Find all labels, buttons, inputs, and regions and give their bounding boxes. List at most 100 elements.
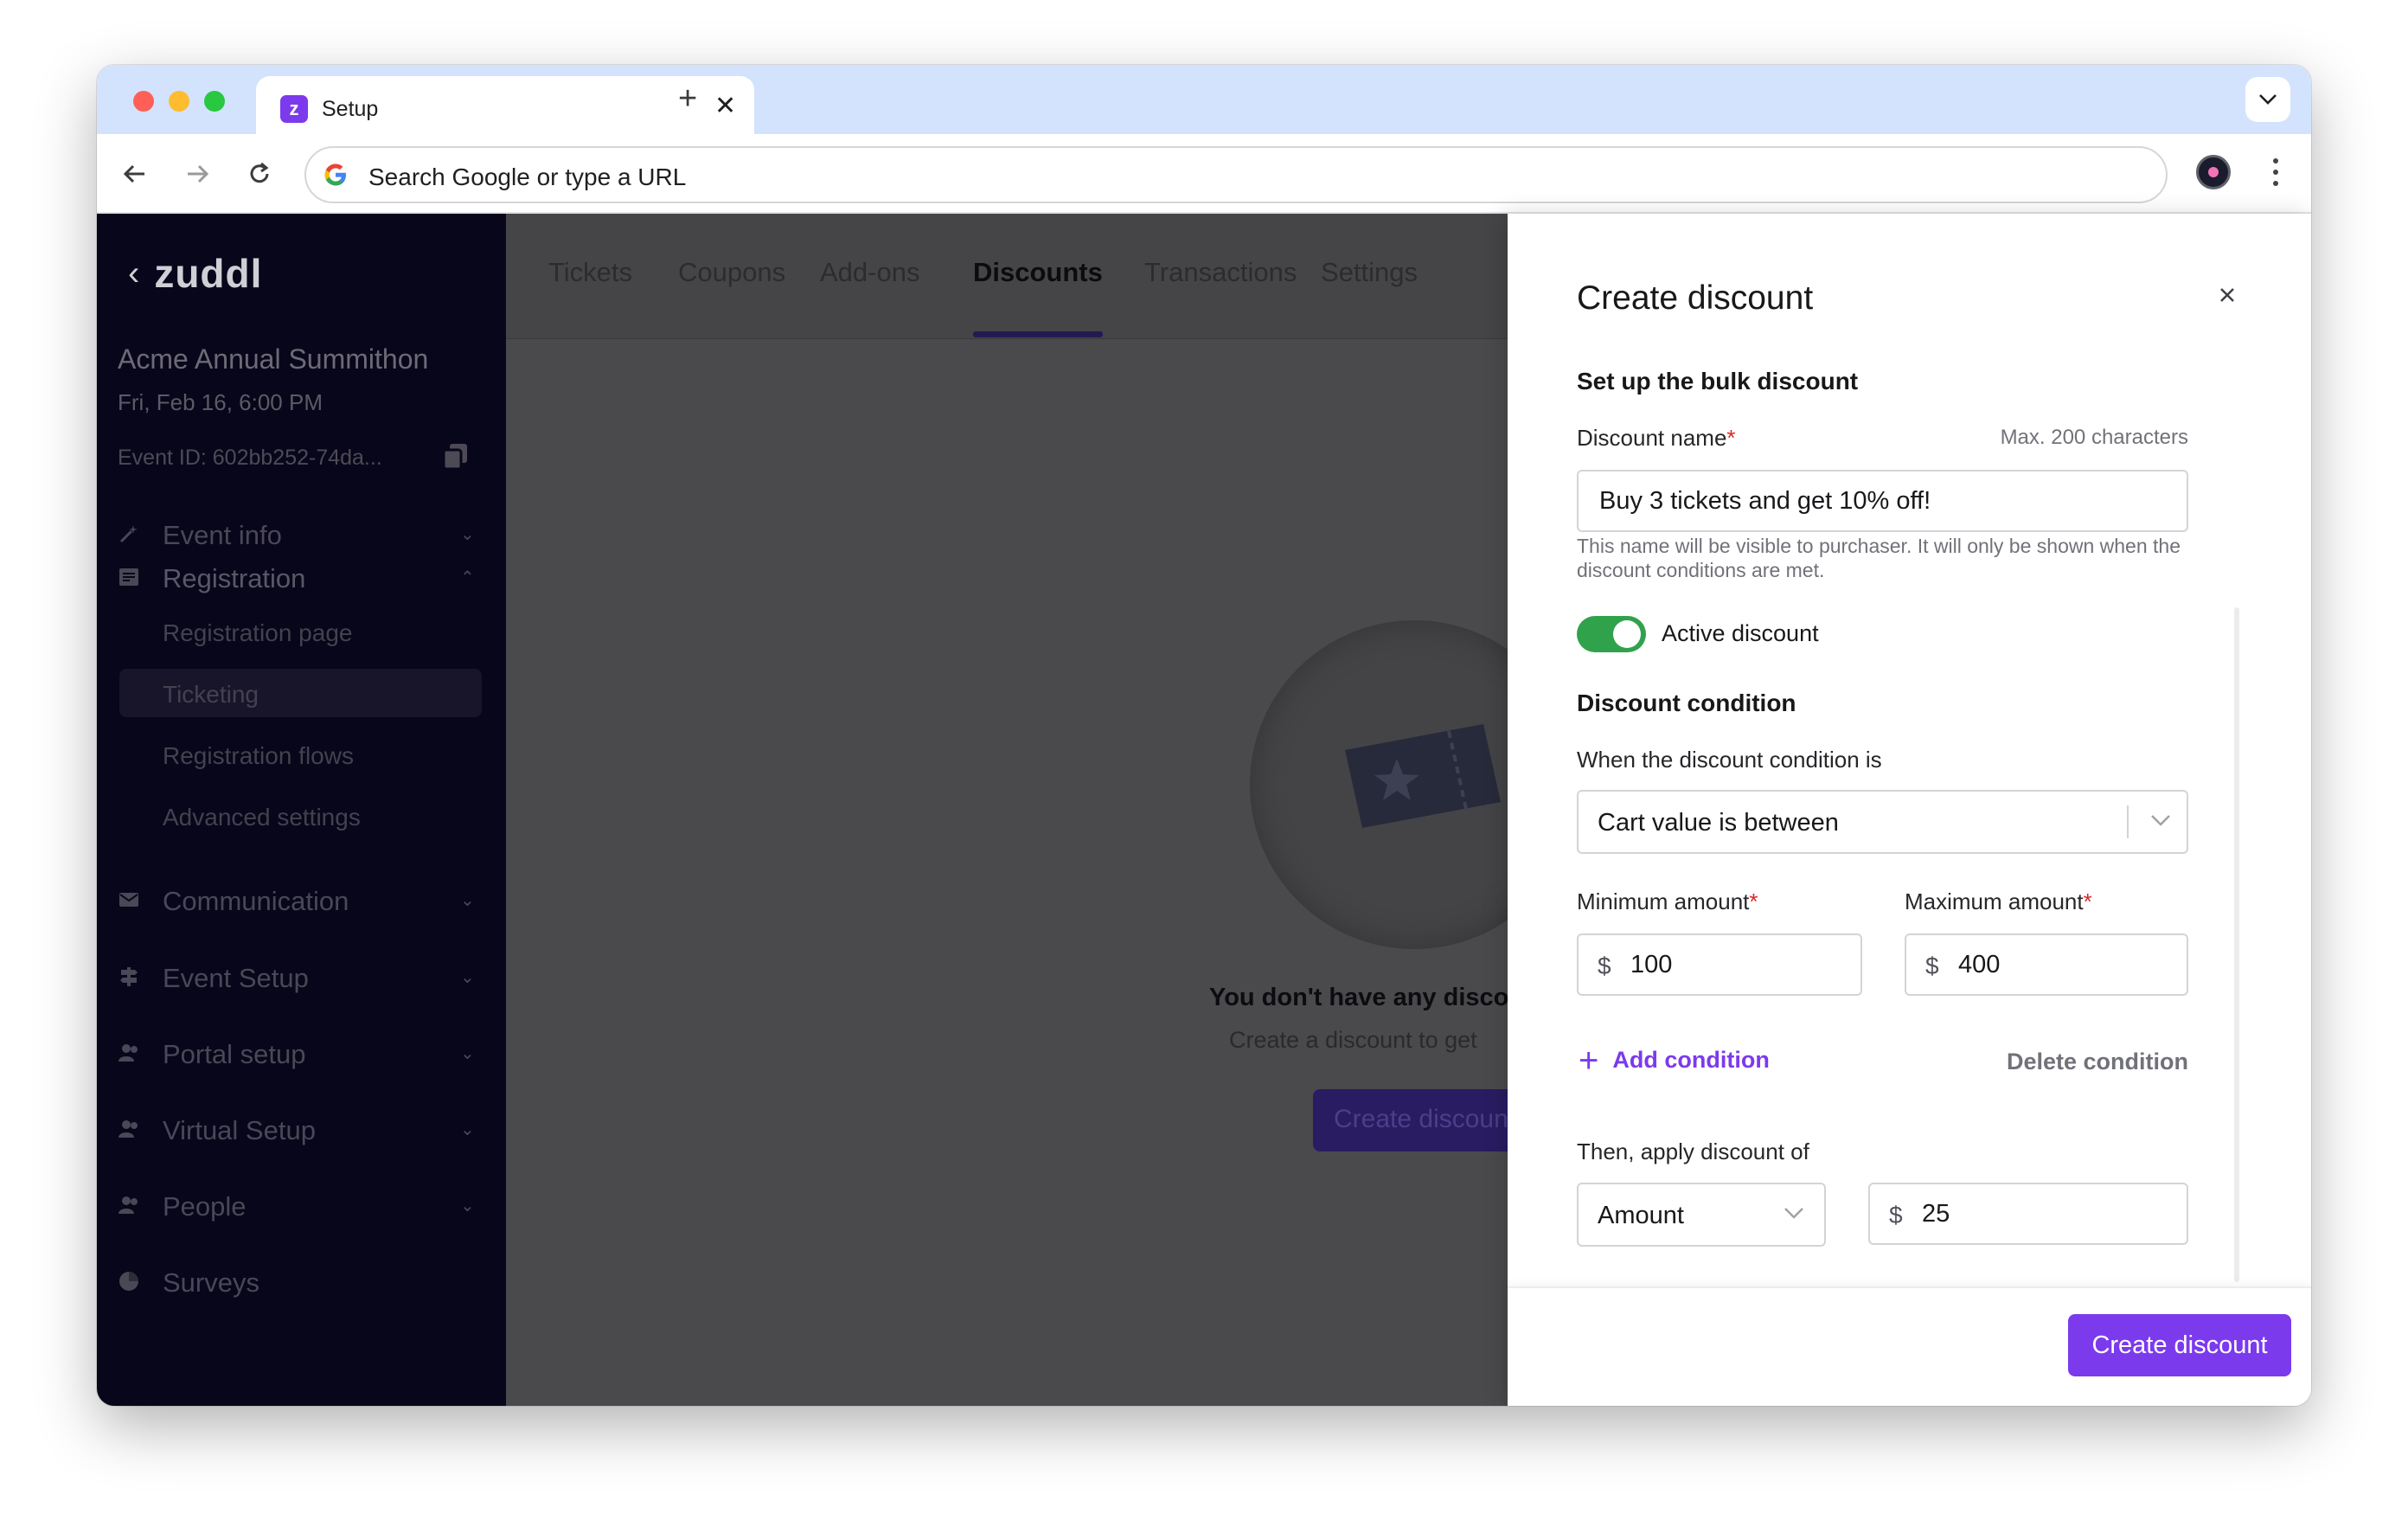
sidebar-subitem-label: Advanced settings — [163, 804, 361, 831]
minimum-amount-field[interactable]: $ — [1577, 933, 1862, 996]
people-icon — [118, 1044, 138, 1062]
empty-create-discount-button[interactable]: Create discount — [1313, 1089, 1538, 1151]
chevron-down-icon — [1784, 1208, 1803, 1219]
arrow-right-icon — [188, 164, 209, 183]
sidebar-subitem-advanced-settings[interactable]: Advanced settings — [119, 792, 482, 840]
chevron-down-icon: ⌄ — [460, 1044, 475, 1063]
minimum-amount-label: Minimum amount* — [1577, 888, 1758, 915]
discount-type-value: Amount — [1598, 1202, 1684, 1229]
tab-search-button[interactable] — [2245, 77, 2290, 122]
sidebar-item-label: Surveys — [163, 1267, 259, 1298]
tab-add-ons[interactable]: Add-ons — [820, 257, 919, 288]
magic-wand-icon — [119, 525, 138, 543]
close-window-button[interactable] — [133, 91, 154, 112]
sidebar-item-label: People — [163, 1191, 247, 1222]
drawer-title: Create discount — [1577, 279, 1814, 317]
address-bar[interactable]: Search Google or type a URL — [304, 146, 2168, 203]
sidebar-item-label: Event Setup — [163, 963, 309, 993]
required-mark: * — [1749, 888, 1758, 914]
label-text: Discount name — [1577, 425, 1727, 451]
condition-select-value: Cart value is between — [1598, 809, 1839, 837]
chevron-down-icon — [2259, 94, 2277, 105]
tab-coupons[interactable]: Coupons — [678, 257, 785, 288]
new-tab-button[interactable]: + — [678, 82, 697, 115]
sidebar-item-portal-setup[interactable]: Portal setup ⌄ — [97, 1027, 506, 1079]
currency-symbol: $ — [1598, 953, 1611, 979]
sidebar-item-communication[interactable]: Communication ⌄ — [97, 874, 506, 926]
tab-tickets[interactable]: Tickets — [548, 257, 632, 288]
discount-name-input[interactable] — [1577, 470, 2188, 532]
discount-value-field[interactable]: $ — [1868, 1183, 2188, 1245]
sidebar-item-virtual-setup[interactable]: Virtual Setup ⌄ — [97, 1103, 506, 1155]
currency-symbol: $ — [1925, 953, 1939, 979]
maximize-window-button[interactable] — [204, 91, 225, 112]
maximum-amount-field[interactable]: $ — [1905, 933, 2188, 996]
add-condition-button[interactable]: + Add condition — [1579, 1041, 1770, 1080]
select-divider — [2127, 805, 2129, 838]
profile-avatar[interactable] — [2196, 155, 2231, 189]
tab-transactions[interactable]: Transactions — [1144, 257, 1297, 288]
plus-icon: + — [1579, 1041, 1599, 1080]
create-discount-drawer: Create discount Set up the bulk discount… — [1508, 214, 2311, 1406]
sidebar-item-label: Virtual Setup — [163, 1115, 316, 1145]
google-icon — [324, 164, 346, 186]
discount-name-help: This name will be visible to purchaser. … — [1577, 535, 2181, 581]
app: ‹ zuddl Acme Annual Summithon Fri, Feb 1… — [97, 214, 2311, 1406]
discount-value-input[interactable] — [1922, 1196, 2129, 1231]
mail-icon — [119, 893, 138, 907]
label-text: Maximum amount — [1905, 888, 2084, 914]
chevron-down-icon: ⌄ — [460, 968, 475, 987]
browser-menu-button[interactable] — [2263, 157, 2289, 188]
create-discount-button[interactable]: Create discount — [2068, 1314, 2291, 1376]
people-icon — [118, 1196, 138, 1214]
sidebar-item-people[interactable]: People ⌄ — [97, 1179, 506, 1231]
brand-link[interactable]: ‹ zuddl — [128, 250, 262, 297]
chevron-up-icon: ⌃ — [460, 568, 475, 587]
drawer-close-button[interactable] — [2210, 278, 2245, 312]
delete-condition-button[interactable]: Delete condition — [2007, 1049, 2188, 1075]
minimize-window-button[interactable] — [169, 91, 189, 112]
sidebar-subitem-label: Ticketing — [163, 681, 259, 708]
sidebar-subitem-label: Registration flows — [163, 742, 354, 769]
address-bar-placeholder: Search Google or type a URL — [368, 164, 687, 190]
minimum-amount-input[interactable] — [1630, 947, 1838, 982]
condition-select[interactable]: Cart value is between — [1577, 790, 2188, 854]
reload-button[interactable] — [239, 153, 280, 195]
discount-type-select[interactable]: Amount — [1577, 1183, 1826, 1247]
forward-button[interactable] — [176, 153, 218, 195]
sidebar-item-registration[interactable]: Registration ⌃ — [97, 551, 506, 603]
discount-name-label: Discount name* — [1577, 425, 1736, 452]
browser-window: z Setup ✕ + Search Google or type a URL — [97, 65, 2311, 1406]
label-text: Minimum amount — [1577, 888, 1750, 914]
sidebar-subitem-ticketing[interactable]: Ticketing — [119, 669, 482, 717]
maximum-amount-label: Maximum amount* — [1905, 888, 2092, 915]
tab-discounts[interactable]: Discounts — [973, 257, 1103, 288]
sidebar: ‹ zuddl Acme Annual Summithon Fri, Feb 1… — [97, 214, 506, 1406]
copy-icon[interactable] — [441, 442, 471, 476]
form-icon — [119, 568, 138, 586]
sidebar-item-label: Registration — [163, 563, 306, 593]
sidebar-item-event-setup[interactable]: Event Setup ⌄ — [97, 951, 506, 1003]
sidebar-item-surveys[interactable]: Surveys — [97, 1255, 506, 1307]
arrow-left-icon — [123, 164, 144, 183]
signpost-icon — [120, 967, 138, 986]
chevron-left-icon: ‹ — [128, 253, 141, 292]
empty-state-title: You don't have any disco — [1209, 984, 1509, 1011]
active-discount-toggle[interactable] — [1577, 616, 1646, 652]
sidebar-item-label: Communication — [163, 886, 349, 916]
sidebar-subitem-label: Registration page — [163, 619, 353, 646]
close-icon — [2220, 288, 2234, 302]
event-date: Fri, Feb 16, 6:00 PM — [118, 389, 323, 415]
maximum-amount-input[interactable] — [1958, 947, 2166, 982]
active-discount-label: Active discount — [1662, 620, 1819, 646]
back-button[interactable] — [114, 153, 156, 195]
event-title: Acme Annual Summithon — [118, 343, 429, 375]
chevron-down-icon — [2151, 815, 2170, 826]
add-condition-label: Add condition — [1612, 1047, 1770, 1073]
sidebar-subitem-registration-flows[interactable]: Registration flows — [119, 730, 482, 779]
drawer-scrollbar[interactable] — [2234, 607, 2239, 1282]
sidebar-subitem-registration-page[interactable]: Registration page — [119, 607, 482, 656]
tab-close-button[interactable]: ✕ — [714, 93, 736, 119]
chevron-down-icon: ⌄ — [460, 1196, 475, 1215]
tab-settings[interactable]: Settings — [1321, 257, 1418, 288]
